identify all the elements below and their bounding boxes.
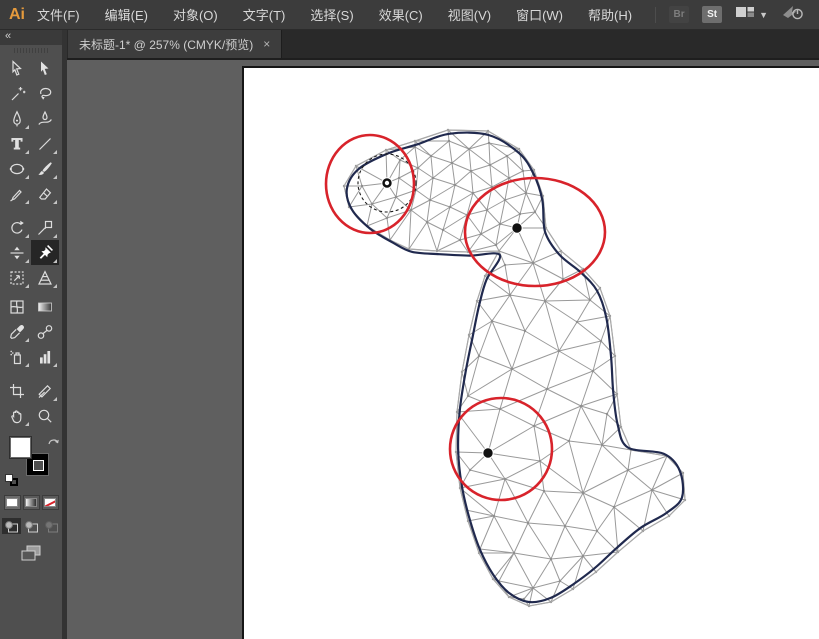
draw-mode-buttons xyxy=(0,518,62,534)
app-logo: Ai xyxy=(0,6,37,24)
draw-behind-button[interactable] xyxy=(22,518,41,534)
menu-item-object[interactable]: 对象(O) xyxy=(173,5,218,24)
artboard-tool[interactable] xyxy=(3,378,31,403)
svg-text:T: T xyxy=(12,137,23,153)
default-fill-stroke-icon[interactable] xyxy=(5,474,19,487)
document-tab[interactable]: 未标题-1* @ 257% (CMYK/预览) × xyxy=(68,30,282,58)
gradient-button[interactable] xyxy=(23,495,40,510)
toolbar-collapse-button[interactable]: « xyxy=(0,30,62,45)
stock-icon[interactable]: St xyxy=(702,6,722,23)
direct-selection-tool[interactable] xyxy=(31,56,59,81)
menu-item-edit[interactable]: 编辑(E) xyxy=(105,5,148,24)
menu-item-window[interactable]: 窗口(W) xyxy=(516,5,563,24)
annotation-circle xyxy=(326,135,414,233)
illustrator-window: Ai 文件(F) 编辑(E) 对象(O) 文字(T) 选择(S) 效果(C) 视图(V) 窗口… xyxy=(0,0,819,639)
draw-inside-button[interactable] xyxy=(42,518,61,534)
canvas-area[interactable] xyxy=(67,60,819,639)
swatch-buttons xyxy=(0,495,62,510)
eyedropper-tool[interactable] xyxy=(3,319,31,344)
lasso-tool[interactable] xyxy=(31,81,59,106)
menu-item-file[interactable]: 文件(F) xyxy=(37,5,80,24)
puppet-warp-mesh-drawing[interactable] xyxy=(67,60,819,639)
menu-item-type[interactable]: 文字(T) xyxy=(243,5,286,24)
scale-tool[interactable] xyxy=(31,215,59,240)
selection-tool[interactable] xyxy=(3,56,31,81)
hand-tool[interactable] xyxy=(3,403,31,428)
menubar-separator xyxy=(655,7,656,23)
menubar-right: Br St ▼ xyxy=(655,3,819,26)
swap-fill-stroke-icon[interactable] xyxy=(47,435,60,453)
tools-panel: « T xyxy=(0,30,67,639)
menu-bar: Ai 文件(F) 编辑(E) 对象(O) 文字(T) 选择(S) 效果(C) 视图(V) 窗口… xyxy=(0,0,819,30)
symbol-sprayer-tool[interactable] xyxy=(3,344,31,369)
document-tab-bar: 未标题-1* @ 257% (CMYK/预览) × xyxy=(67,30,819,60)
zoom-tool[interactable] xyxy=(31,403,59,428)
toolbar-group-separator xyxy=(3,206,59,215)
toolbar-grip[interactable] xyxy=(0,45,62,56)
menu-item-effect[interactable]: 效果(C) xyxy=(379,5,423,24)
puppet-pin-normal[interactable] xyxy=(512,223,522,233)
width-tool[interactable] xyxy=(3,240,31,265)
chevron-down-icon[interactable]: ▼ xyxy=(759,10,768,20)
type-tool[interactable]: T xyxy=(3,131,31,156)
toolbar-tools: T xyxy=(0,56,62,428)
shape-tool[interactable] xyxy=(3,156,31,181)
draw-normal-button[interactable] xyxy=(2,518,21,534)
fill-swatch[interactable] xyxy=(9,436,32,459)
pen-tool[interactable] xyxy=(3,106,31,131)
puppet-warp-tool[interactable] xyxy=(31,240,59,265)
slice-tool[interactable] xyxy=(31,378,59,403)
column-graph-tool[interactable] xyxy=(31,344,59,369)
blend-tool[interactable] xyxy=(31,319,59,344)
menu-item-view[interactable]: 视图(V) xyxy=(448,5,491,24)
toolbar-group-separator xyxy=(3,369,59,378)
workspace-switcher-icon[interactable] xyxy=(735,4,755,25)
free-transform-tool[interactable] xyxy=(3,265,31,290)
bridge-icon[interactable]: Br xyxy=(669,6,689,23)
puppet-pin-normal[interactable] xyxy=(483,448,493,458)
annotation-circle xyxy=(450,398,552,500)
menu-items: 文件(F) 编辑(E) 对象(O) 文字(T) 选择(S) 效果(C) 视图(V) 窗口(W)… xyxy=(37,5,632,24)
menu-item-help[interactable]: 帮助(H) xyxy=(588,5,632,24)
puppet-pin-selected[interactable] xyxy=(382,178,392,188)
color-button[interactable] xyxy=(4,495,21,510)
screen-mode-icon xyxy=(18,543,44,563)
curvature-tool[interactable] xyxy=(31,106,59,131)
menu-item-select[interactable]: 选择(S) xyxy=(310,5,353,24)
rotate-tool[interactable] xyxy=(3,215,31,240)
tab-close-icon[interactable]: × xyxy=(263,37,270,51)
paintbrush-tool[interactable] xyxy=(31,156,59,181)
triangulated-mesh xyxy=(344,130,685,606)
mesh-tool[interactable] xyxy=(3,294,31,319)
gpu-performance-icon[interactable] xyxy=(781,3,805,26)
screen-mode-button[interactable] xyxy=(0,543,62,563)
perspective-grid-tool[interactable] xyxy=(31,265,59,290)
none-button[interactable] xyxy=(42,495,59,510)
fill-stroke-widget xyxy=(0,434,62,490)
shaper-tool[interactable] xyxy=(3,181,31,206)
eraser-tool[interactable] xyxy=(31,181,59,206)
gradient-tool[interactable] xyxy=(31,294,59,319)
line-segment-tool[interactable] xyxy=(31,131,59,156)
document-tab-title: 未标题-1* @ 257% (CMYK/预览) xyxy=(79,36,253,53)
magic-wand-tool[interactable] xyxy=(3,81,31,106)
